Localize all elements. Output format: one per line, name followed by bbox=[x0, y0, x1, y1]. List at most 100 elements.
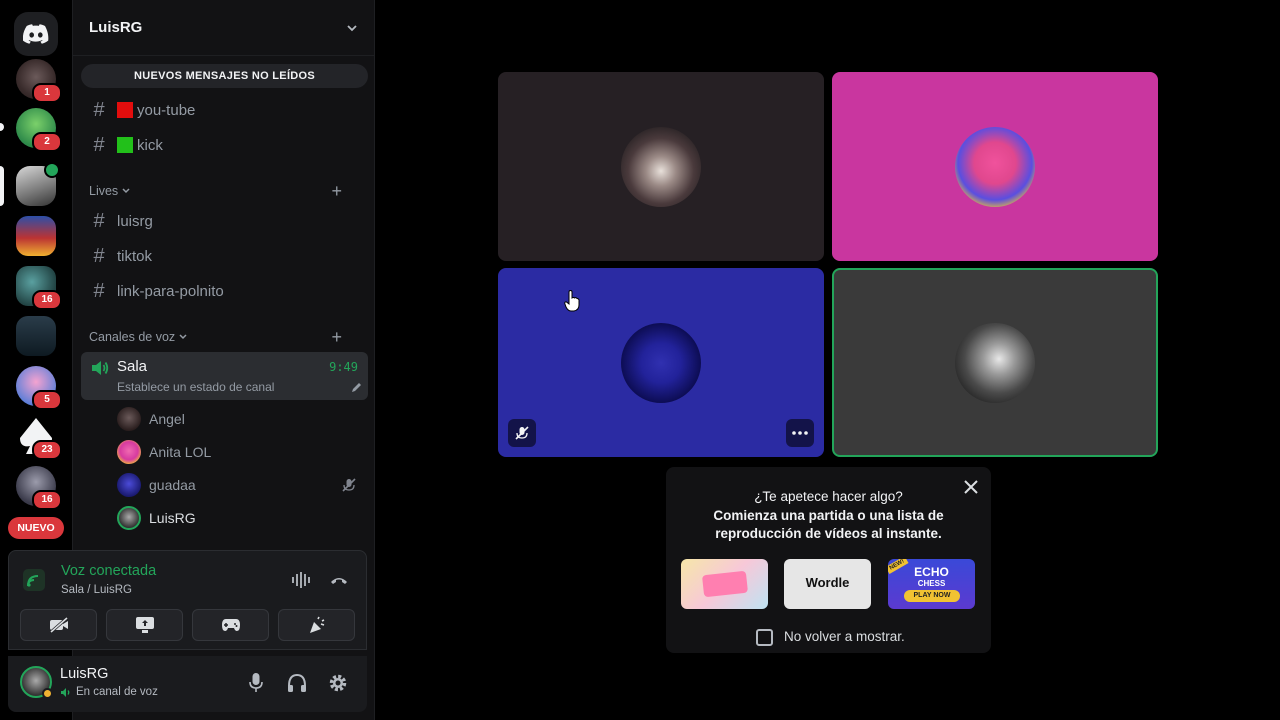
participant-tile-anita[interactable] bbox=[832, 72, 1158, 261]
discord-home-icon[interactable] bbox=[14, 12, 58, 56]
letter-league-logo bbox=[701, 570, 749, 598]
voice-member[interactable]: LuisRG bbox=[117, 503, 367, 533]
avatar bbox=[117, 506, 141, 530]
server-badge: 16 bbox=[32, 290, 62, 310]
user-name[interactable]: LuisRG bbox=[60, 666, 108, 682]
avatar bbox=[117, 473, 141, 497]
channel-kick[interactable]: # kick bbox=[81, 129, 368, 161]
play-now-label: PLAY NOW bbox=[904, 590, 960, 602]
settings-gear-icon[interactable] bbox=[328, 673, 348, 693]
category-label: Lives bbox=[89, 184, 119, 198]
add-channel-icon[interactable]: + bbox=[331, 181, 342, 202]
voice-active-icon bbox=[44, 162, 60, 178]
voice-channel-status[interactable]: Establece un estado de canal bbox=[117, 380, 274, 394]
server-badge: 1 bbox=[32, 83, 62, 103]
chevron-down-icon bbox=[347, 24, 357, 31]
voice-channel-sala[interactable]: Sala 9:49 Establece un estado de canal bbox=[81, 352, 368, 400]
avatar bbox=[117, 407, 141, 431]
pencil-icon bbox=[352, 383, 361, 392]
tile-more-button[interactable] bbox=[786, 419, 814, 447]
channel-link-para-polnito[interactable]: # link-para-polnito bbox=[81, 275, 368, 307]
chevron-down-icon bbox=[179, 334, 187, 340]
voice-connected-subtitle[interactable]: Sala / LuisRG bbox=[61, 584, 132, 596]
microphone-icon[interactable] bbox=[248, 672, 264, 694]
voice-channel-time: 9:49 bbox=[329, 360, 358, 374]
member-name: LuisRG bbox=[149, 510, 196, 526]
category-lives[interactable]: Lives + bbox=[89, 181, 360, 201]
participant-tile-angel[interactable] bbox=[498, 72, 824, 261]
server-icon-luisrg[interactable] bbox=[16, 162, 60, 206]
locked-hash-icon: # bbox=[93, 279, 105, 302]
guild-header[interactable]: LuisRG bbox=[73, 0, 374, 56]
rail-unread-indicator bbox=[0, 123, 4, 131]
member-name: Anita LOL bbox=[149, 444, 212, 460]
soundboard-button[interactable] bbox=[278, 609, 355, 641]
hand-cursor-icon bbox=[564, 290, 580, 312]
activity-card-wordle[interactable]: Wordle bbox=[784, 559, 871, 609]
green-square-icon bbox=[117, 137, 133, 153]
dont-show-again-checkbox[interactable] bbox=[756, 629, 773, 646]
channel-name: kick bbox=[137, 136, 163, 154]
signal-icon[interactable] bbox=[23, 569, 45, 591]
server-icon-9[interactable]: 16 bbox=[16, 466, 62, 510]
hash-icon: # bbox=[93, 98, 105, 121]
more-dots-icon bbox=[792, 431, 808, 435]
channel-name: tiktok bbox=[117, 247, 153, 265]
chevron-down-icon bbox=[122, 188, 130, 194]
channel-tiktok[interactable]: # tiktok bbox=[81, 240, 368, 272]
add-channel-icon[interactable]: + bbox=[331, 327, 342, 348]
muted-mic-icon bbox=[515, 426, 529, 440]
server-icon-1[interactable]: 1 bbox=[16, 59, 62, 103]
speaker-icon bbox=[61, 688, 70, 697]
participant-avatar bbox=[621, 322, 701, 403]
status-idle-icon bbox=[42, 688, 53, 699]
speaker-icon bbox=[92, 361, 109, 375]
hash-icon: # bbox=[93, 244, 105, 267]
activities-button[interactable] bbox=[192, 609, 269, 641]
voice-member[interactable]: Anita LOL bbox=[117, 437, 367, 467]
server-icon-slui[interactable]: 5 bbox=[16, 366, 62, 410]
participant-tile-luisrg[interactable] bbox=[832, 268, 1158, 457]
voice-connected-title[interactable]: Voz conectada bbox=[61, 563, 156, 579]
activity-card-letter-league[interactable] bbox=[681, 559, 768, 609]
channel-you-tube[interactable]: # you-tube bbox=[81, 94, 368, 126]
channel-name: you-tube bbox=[137, 101, 196, 119]
voice-member[interactable]: Angel bbox=[117, 404, 367, 434]
participant-avatar bbox=[955, 126, 1035, 207]
screen-share-button[interactable] bbox=[106, 609, 183, 641]
disconnect-icon[interactable] bbox=[329, 571, 349, 589]
participant-avatar bbox=[621, 126, 701, 207]
server-icon-2[interactable]: 2 bbox=[16, 108, 62, 152]
guild-name: LuisRG bbox=[89, 19, 143, 36]
prompt-line: reproducción de vídeos al instante. bbox=[715, 526, 942, 541]
member-name: guadaa bbox=[149, 477, 196, 493]
server-icon-nova-stars[interactable] bbox=[16, 216, 56, 256]
category-voice[interactable]: Canales de voz + bbox=[89, 327, 360, 347]
server-icon-6[interactable] bbox=[16, 316, 56, 356]
user-panel: LuisRG En canal de voz bbox=[8, 656, 367, 712]
camera-off-icon bbox=[49, 617, 68, 633]
server-icon-spade[interactable]: 23 bbox=[16, 416, 62, 460]
close-icon[interactable] bbox=[963, 479, 979, 495]
hash-icon: # bbox=[93, 133, 105, 156]
hash-icon: # bbox=[93, 209, 105, 232]
server-icon-5[interactable]: 16 bbox=[16, 266, 62, 310]
new-servers-badge[interactable]: NUEVO bbox=[8, 517, 64, 539]
voice-stage: ¿Te apetece hacer algo? Comienza una par… bbox=[376, 0, 1280, 720]
channel-luisrg[interactable]: # luisrg bbox=[81, 205, 368, 237]
participant-tile-guadaa[interactable] bbox=[498, 268, 824, 457]
user-avatar[interactable] bbox=[20, 666, 53, 699]
camera-off-button[interactable] bbox=[20, 609, 97, 641]
prompt-line: ¿Te apetece hacer algo? bbox=[754, 489, 903, 504]
noise-suppression-icon[interactable] bbox=[291, 571, 311, 589]
server-badge: 23 bbox=[32, 440, 62, 460]
headphones-icon[interactable] bbox=[287, 673, 307, 693]
activity-card-echo-chess[interactable]: ECHO CHESS PLAY NOW NEW! bbox=[888, 559, 975, 609]
dont-show-again-label[interactable]: No volver a mostrar. bbox=[784, 629, 905, 644]
voice-channel-name: Sala bbox=[117, 358, 148, 375]
voice-member[interactable]: guadaa bbox=[117, 470, 367, 500]
server-badge: 16 bbox=[32, 490, 62, 510]
unread-messages-banner[interactable]: NUEVOS MENSAJES NO LEÍDOS bbox=[81, 64, 368, 88]
channel-name: link-para-polnito bbox=[117, 282, 224, 300]
activity-prompt-text: ¿Te apetece hacer algo? Comienza una par… bbox=[666, 488, 991, 544]
